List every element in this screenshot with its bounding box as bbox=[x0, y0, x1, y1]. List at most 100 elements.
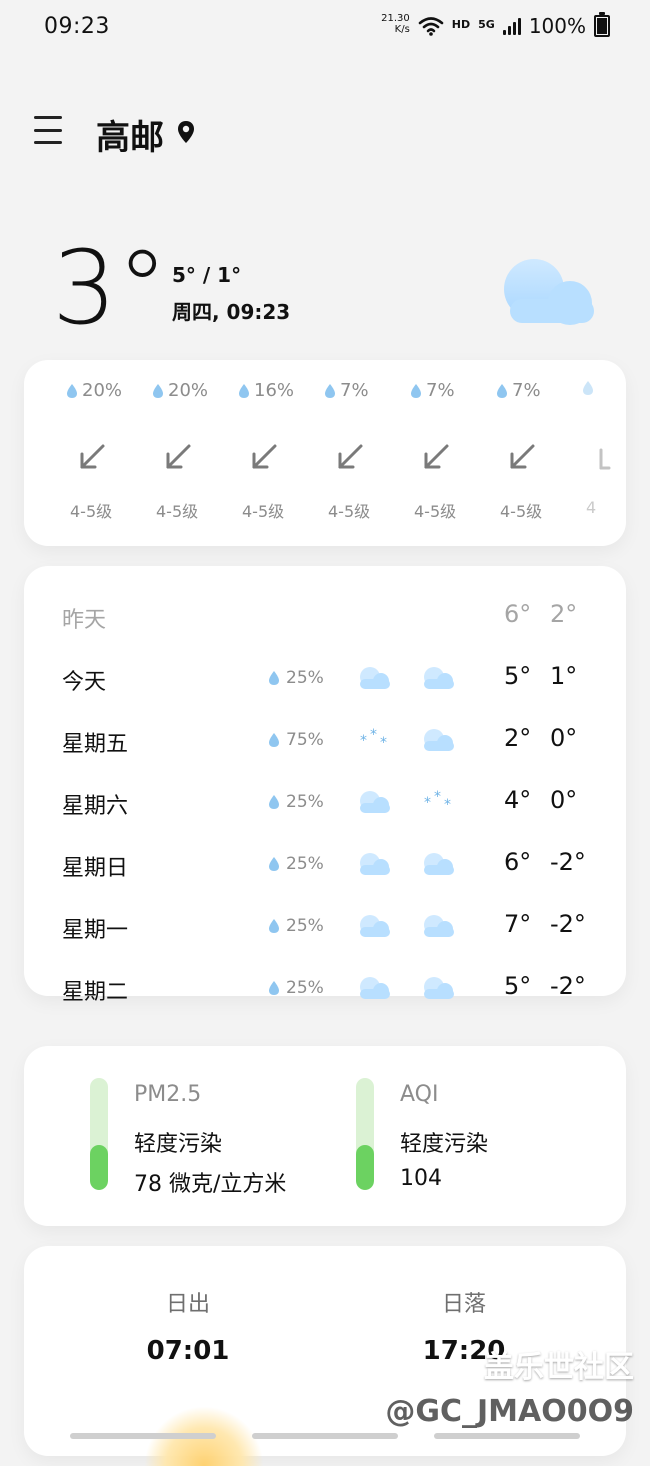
day-low: -2° bbox=[550, 972, 586, 1000]
cloud-icon bbox=[504, 259, 594, 325]
wind-direction-icon bbox=[424, 444, 449, 469]
aqi-panel[interactable]: AQI 轻度污染 104 bbox=[290, 1078, 590, 1208]
water-drop-icon bbox=[269, 671, 279, 685]
daily-forecast-card[interactable]: 昨天 6° 2° 今天 25% 5° 1° 星期五 75% * * * 2° 0… bbox=[24, 566, 626, 1005]
water-drop-icon bbox=[269, 795, 279, 809]
cloud-icon bbox=[424, 977, 454, 999]
wind-direction-icon bbox=[166, 444, 191, 469]
wind-level: 4-5级 bbox=[500, 502, 543, 521]
water-drop-icon bbox=[269, 857, 279, 871]
hourly-forecast-list[interactable]: 20% 4-5级 20% 4-5级 16% 4-5级 7% 4-5级 7% 4-… bbox=[54, 380, 626, 530]
water-drop-icon bbox=[497, 383, 507, 398]
hourly-item: 7% 4-5级 bbox=[484, 380, 570, 530]
nav-pill-right bbox=[434, 1433, 580, 1439]
wind-direction-icon bbox=[510, 444, 535, 469]
day-high: 7° bbox=[504, 910, 532, 938]
today-range: 5° / 1° bbox=[172, 263, 242, 287]
pm25-value: 78 微克/立方米 bbox=[134, 1172, 287, 1197]
nav-pill-left bbox=[70, 1433, 216, 1439]
water-drop-icon bbox=[269, 919, 279, 933]
net-speed-value: 21.30 bbox=[381, 13, 410, 24]
day-low: -2° bbox=[550, 910, 586, 938]
pm25-panel[interactable]: PM2.5 轻度污染 78 微克/立方米 bbox=[24, 1078, 324, 1208]
svg-text:*: * bbox=[360, 733, 367, 749]
wind-level: 4-5级 bbox=[156, 502, 199, 521]
current-weather: 3° 5° / 1° 周四, 09:23 bbox=[0, 238, 650, 358]
watermark-line-2: @GC_JMAO0O9 bbox=[385, 1394, 634, 1429]
cell-signal-icon bbox=[502, 17, 521, 35]
water-drop-icon bbox=[325, 383, 335, 398]
wind-direction-icon bbox=[80, 444, 105, 469]
city-name[interactable]: 高邮 bbox=[96, 110, 164, 159]
cloud-icon bbox=[360, 667, 390, 689]
status-bar: 09:23 21.30 K/s HD 5G 100% bbox=[0, 0, 650, 58]
svg-text:*: * bbox=[380, 735, 387, 751]
wind-level: 4-5级 bbox=[242, 502, 285, 521]
day-name: 星期二 bbox=[62, 980, 129, 1005]
daily-row[interactable]: 星期六 25% * * * 4° 0° bbox=[62, 782, 588, 826]
day-high: 6° bbox=[504, 848, 532, 876]
daily-row[interactable]: 星期二 25% 5° -2° bbox=[62, 968, 588, 1012]
day-precip: 25% bbox=[268, 792, 324, 812]
hourly-precip: 7% bbox=[324, 380, 369, 401]
day-low: 0° bbox=[550, 724, 578, 752]
network-gen: 5G bbox=[478, 17, 495, 31]
sunset-label: 日落 bbox=[441, 1292, 486, 1317]
cloud-icon bbox=[424, 853, 454, 875]
water-drop-icon bbox=[67, 383, 77, 398]
day-high: 6° bbox=[504, 600, 532, 628]
svg-text:*: * bbox=[434, 789, 441, 805]
hourly-item: 7% 4-5级 bbox=[398, 380, 484, 530]
svg-text:*: * bbox=[444, 797, 451, 813]
wind-direction-icon bbox=[599, 448, 611, 470]
wind-level: 4-5级 bbox=[70, 502, 113, 521]
daily-row[interactable]: 昨天 6° 2° bbox=[62, 596, 588, 640]
hourly-forecast-card[interactable]: 20% 4-5级 20% 4-5级 16% 4-5级 7% 4-5级 7% 4-… bbox=[24, 360, 626, 546]
svg-text:*: * bbox=[424, 795, 431, 811]
day-precip: 25% bbox=[268, 854, 324, 874]
aqi-value: 104 bbox=[400, 1166, 442, 1191]
wind-direction-icon bbox=[252, 444, 277, 469]
snow-icon: * * * bbox=[424, 789, 451, 813]
header: 高邮 bbox=[0, 100, 650, 170]
hourly-precip: 20% bbox=[66, 380, 122, 401]
day-name: 星期一 bbox=[62, 918, 129, 943]
pm25-gauge-fill bbox=[90, 1145, 108, 1190]
hourly-precip bbox=[582, 380, 598, 396]
hourly-precip: 20% bbox=[152, 380, 208, 401]
net-speed-unit: K/s bbox=[394, 24, 410, 35]
sunrise-label: 日出 bbox=[165, 1292, 210, 1317]
air-quality-card[interactable]: PM2.5 轻度污染 78 微克/立方米 AQI 轻度污染 104 bbox=[24, 1046, 626, 1226]
wind-direction-icon bbox=[338, 444, 363, 469]
cloud-icon bbox=[424, 915, 454, 937]
water-drop-icon bbox=[583, 381, 593, 395]
cloud-icon bbox=[360, 977, 390, 999]
day-name: 星期六 bbox=[62, 794, 129, 819]
svg-text:*: * bbox=[370, 727, 377, 743]
location-pin-icon[interactable] bbox=[176, 120, 196, 144]
day-precip: 25% bbox=[268, 916, 324, 936]
status-time: 09:23 bbox=[44, 14, 110, 39]
snow-icon: * * * bbox=[360, 727, 387, 751]
hourly-precip: 16% bbox=[238, 380, 294, 401]
daily-row[interactable]: 星期日 25% 6° -2° bbox=[62, 844, 588, 888]
day-low: 2° bbox=[550, 600, 578, 628]
wind-level: 4 bbox=[586, 498, 597, 517]
pm25-level: 轻度污染 bbox=[134, 1132, 223, 1157]
daily-row[interactable]: 星期一 25% 7° -2° bbox=[62, 906, 588, 950]
wifi-icon bbox=[418, 17, 444, 36]
watermark: 盖乐世社区 @GC_JMAO0O9 bbox=[385, 1342, 634, 1429]
day-precip: 25% bbox=[268, 668, 324, 688]
day-name: 星期五 bbox=[62, 732, 129, 757]
menu-icon[interactable] bbox=[34, 116, 62, 144]
day-high: 5° bbox=[504, 972, 532, 1000]
water-drop-icon bbox=[269, 733, 279, 747]
daily-row[interactable]: 星期五 75% * * * 2° 0° bbox=[62, 720, 588, 764]
sunrise-time: 07:01 bbox=[146, 1336, 230, 1366]
daily-row[interactable]: 今天 25% 5° 1° bbox=[62, 658, 588, 702]
water-drop-icon bbox=[411, 383, 421, 398]
hourly-precip: 7% bbox=[496, 380, 541, 401]
hourly-item: 20% 4-5级 bbox=[54, 380, 140, 530]
gesture-navigation-bar bbox=[0, 1425, 650, 1444]
day-low: 1° bbox=[550, 662, 578, 690]
